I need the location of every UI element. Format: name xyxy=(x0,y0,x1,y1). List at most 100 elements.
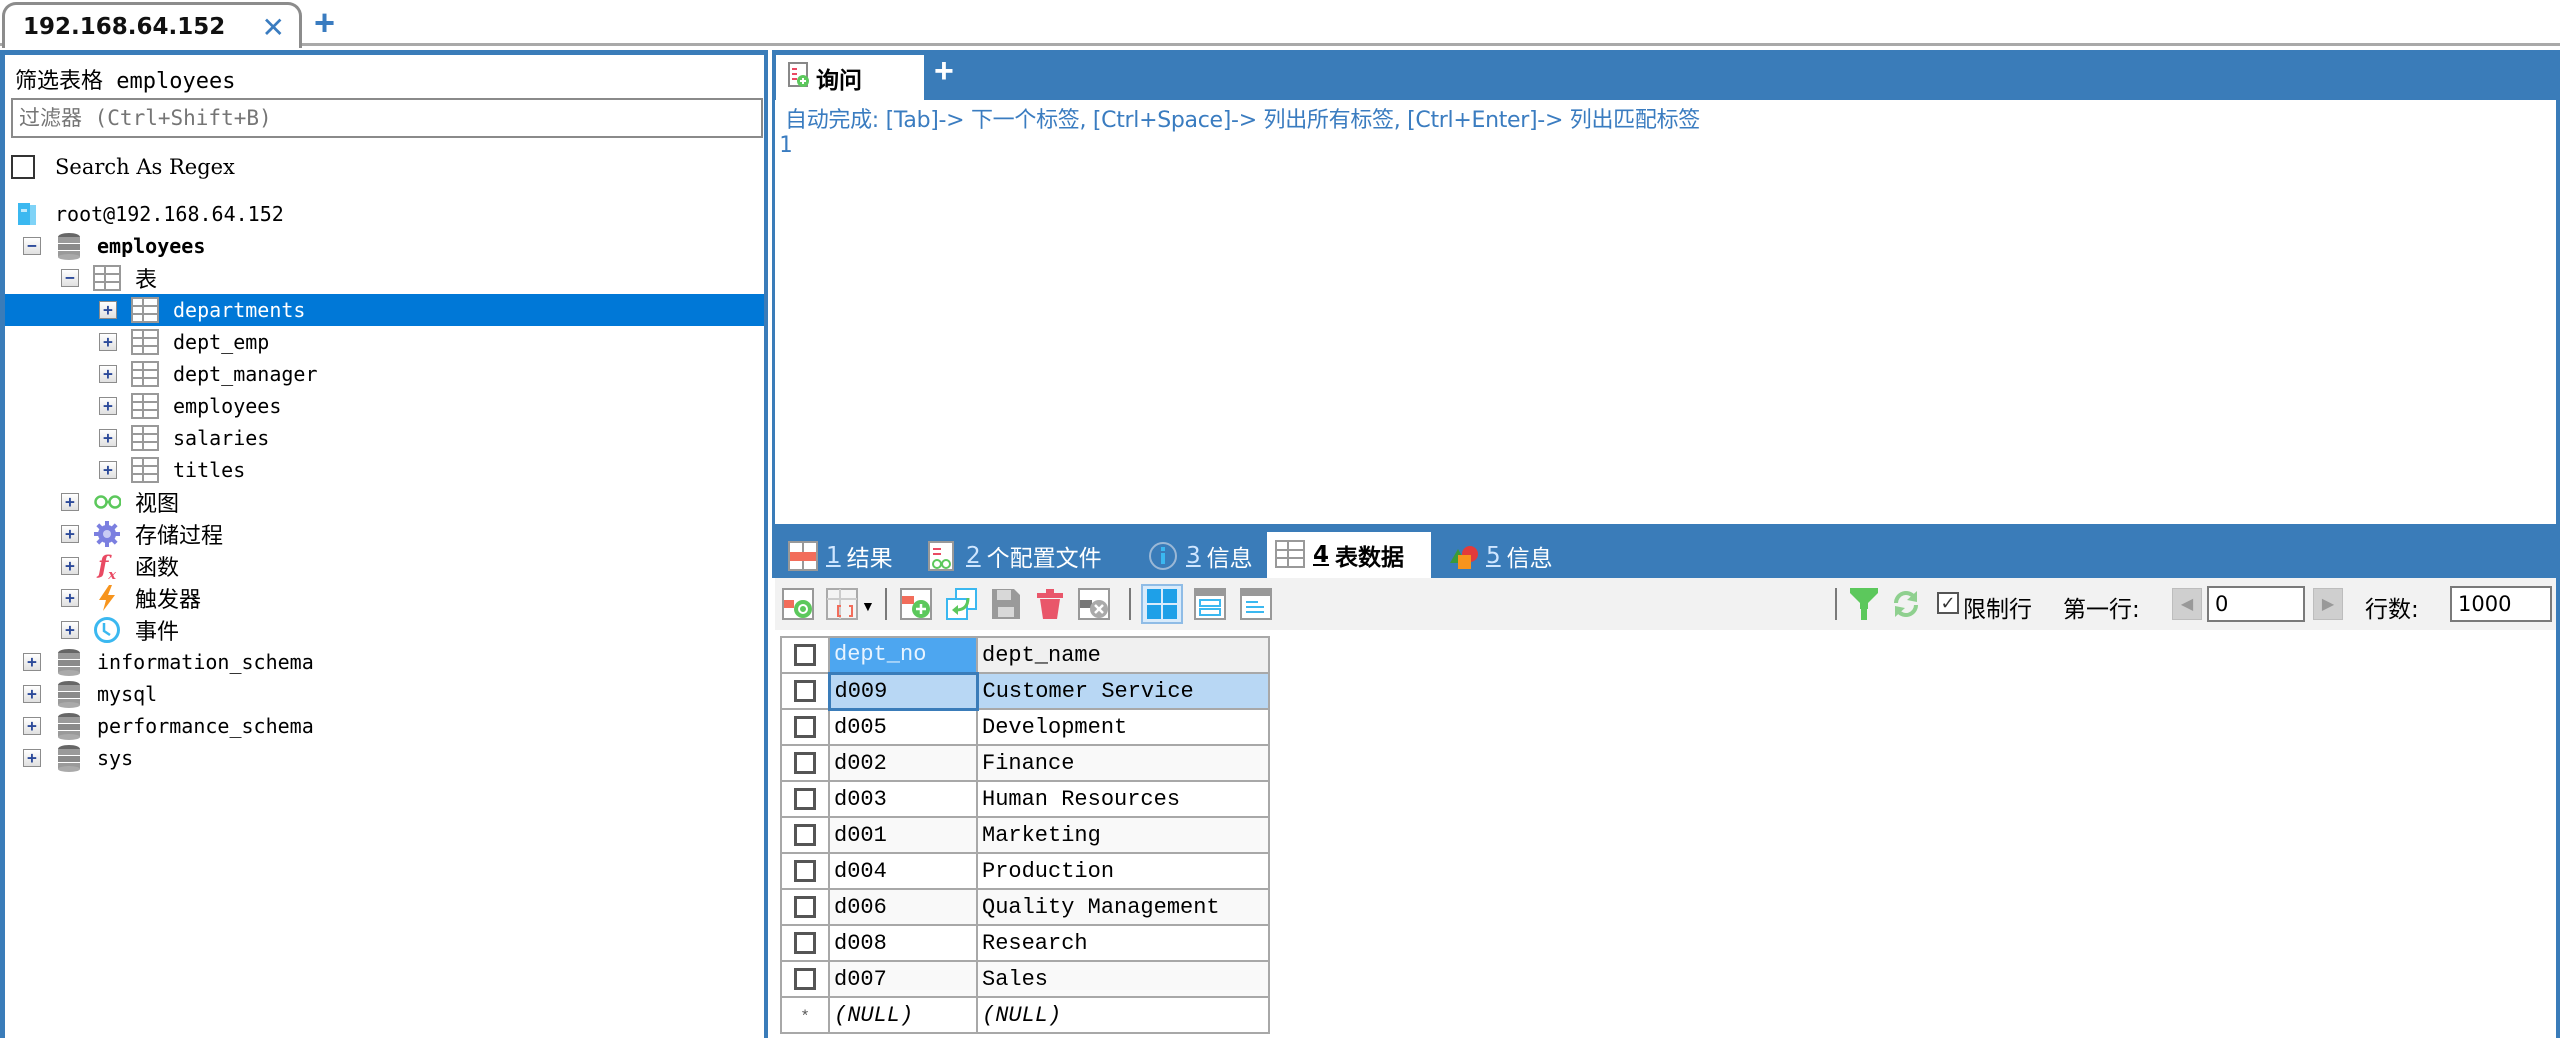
add-row-button[interactable] xyxy=(899,587,933,621)
cell-dept-name[interactable]: Finance xyxy=(976,744,1270,782)
expand-icon[interactable]: + xyxy=(99,429,117,447)
row-checkbox[interactable] xyxy=(794,931,816,954)
tab-query[interactable]: 询问 xyxy=(776,55,924,100)
cell-dept-name[interactable]: Development xyxy=(976,708,1270,746)
expand-icon[interactable]: + xyxy=(99,301,117,319)
tree-item-triggers[interactable]: + 触发器 xyxy=(5,582,764,614)
discard-changes-button[interactable] xyxy=(1077,587,1111,621)
tree-item-database-information-schema[interactable]: + information_schema xyxy=(5,646,764,678)
cell-dept-no[interactable]: d002 xyxy=(828,744,978,782)
row-checkbox-cell[interactable] xyxy=(780,672,830,710)
row-checkbox[interactable] xyxy=(794,859,816,882)
row-checkbox[interactable] xyxy=(793,679,816,702)
close-icon[interactable]: ✕ xyxy=(262,11,285,44)
first-row-input[interactable] xyxy=(2207,586,2305,622)
tree-item-table-departments[interactable]: + departments xyxy=(5,294,764,326)
table-row[interactable]: d004 Production xyxy=(780,852,1270,890)
cell-dept-name[interactable]: Sales xyxy=(976,960,1270,998)
expand-icon[interactable]: + xyxy=(23,653,41,671)
cell-dept-no[interactable]: d007 xyxy=(828,960,978,998)
row-checkbox[interactable] xyxy=(794,787,816,810)
expand-icon[interactable]: + xyxy=(23,685,41,703)
connection-tab[interactable]: 192.168.64.152 ✕ xyxy=(2,2,302,48)
search-as-regex-option[interactable]: Search As Regex xyxy=(11,155,235,179)
row-checkbox-cell[interactable] xyxy=(780,816,830,854)
row-checkbox-cell[interactable] xyxy=(780,744,830,782)
tree-item-functions[interactable]: + fx 函数 xyxy=(5,550,764,582)
cell-dept-no[interactable]: d009 xyxy=(827,671,979,711)
cell-dept-no[interactable]: d004 xyxy=(828,852,978,890)
expand-icon[interactable]: + xyxy=(23,749,41,767)
text-view-button[interactable] xyxy=(1239,587,1273,621)
tab-messages[interactable]: 3 信息 xyxy=(1140,534,1253,578)
tree-item-table-dept-emp[interactable]: + dept_emp xyxy=(5,326,764,358)
row-checkbox-cell[interactable] xyxy=(780,780,830,818)
new-row[interactable]: * (NULL) (NULL) xyxy=(780,996,1270,1034)
row-checkbox[interactable] xyxy=(794,823,816,846)
expand-icon[interactable]: + xyxy=(61,525,79,543)
search-as-regex-checkbox[interactable] xyxy=(11,155,35,179)
cell-dept-name[interactable]: Production xyxy=(976,852,1270,890)
cell-dept-name[interactable]: Quality Management xyxy=(976,888,1270,926)
insert-row-button[interactable] xyxy=(781,587,815,621)
cell-dept-no[interactable]: d006 xyxy=(828,888,978,926)
tree-item-database-mysql[interactable]: + mysql xyxy=(5,678,764,710)
cell-dept-no[interactable]: d001 xyxy=(828,816,978,854)
row-checkbox[interactable] xyxy=(794,967,816,990)
form-view-button[interactable] xyxy=(1193,587,1227,621)
cell-dept-name[interactable]: Marketing xyxy=(976,816,1270,854)
row-checkbox-cell[interactable] xyxy=(780,960,830,998)
sql-editor[interactable]: 自动完成: [Tab]-> 下一个标签, [Ctrl+Space]-> 列出所有… xyxy=(772,100,2556,524)
row-checkbox-cell[interactable] xyxy=(780,924,830,962)
table-row[interactable]: d007 Sales xyxy=(780,960,1270,998)
cell-dept-name[interactable]: Customer Service xyxy=(976,672,1270,710)
table-row[interactable]: d002 Finance xyxy=(780,744,1270,782)
expand-icon[interactable]: + xyxy=(61,589,79,607)
expand-icon[interactable]: + xyxy=(61,557,79,575)
expand-icon[interactable]: + xyxy=(99,397,117,415)
select-all-checkbox-cell[interactable] xyxy=(780,636,830,674)
filter-input[interactable] xyxy=(11,98,763,138)
expand-icon[interactable]: + xyxy=(99,461,117,479)
row-checkbox-cell[interactable] xyxy=(780,852,830,890)
tab-table-data[interactable]: 4 表数据 xyxy=(1267,532,1431,578)
duplicate-row-button[interactable] xyxy=(945,587,979,621)
table-row[interactable]: d009 Customer Service xyxy=(780,671,1270,711)
tree-item-server[interactable]: root@192.168.64.152 xyxy=(5,198,764,230)
table-row[interactable]: d003 Human Resources xyxy=(780,780,1270,818)
tree-item-tables-folder[interactable]: − 表 xyxy=(5,262,764,294)
cell-dept-no-null[interactable]: (NULL) xyxy=(828,996,978,1034)
column-header-dept-no[interactable]: dept_no xyxy=(828,636,978,674)
tree-item-table-dept-manager[interactable]: + dept_manager xyxy=(5,358,764,390)
previous-page-arrow[interactable]: ◀ xyxy=(2172,588,2202,620)
limit-rows-checkbox[interactable]: ✓ xyxy=(1937,592,1959,614)
save-icon[interactable] xyxy=(989,587,1023,621)
collapse-icon[interactable]: − xyxy=(23,237,41,255)
filter-funnel-icon[interactable] xyxy=(1847,587,1881,621)
cell-dept-no[interactable]: d005 xyxy=(828,708,978,746)
tree-item-table-employees[interactable]: + employees xyxy=(5,390,764,422)
tree-item-database-sys[interactable]: + sys xyxy=(5,742,764,774)
row-checkbox[interactable] xyxy=(794,715,816,738)
column-header-dept-name[interactable]: dept_name xyxy=(976,636,1270,674)
expand-icon[interactable]: + xyxy=(99,333,117,351)
tree-item-events[interactable]: + 事件 xyxy=(5,614,764,646)
collapse-icon[interactable]: − xyxy=(61,269,79,287)
select-all-checkbox[interactable] xyxy=(794,643,816,666)
cell-dept-name[interactable]: Human Resources xyxy=(976,780,1270,818)
row-checkbox[interactable] xyxy=(794,895,816,918)
tree-item-table-salaries[interactable]: + salaries xyxy=(5,422,764,454)
tab-profiles[interactable]: 2 个配置文件 xyxy=(920,534,1102,578)
expand-icon[interactable]: + xyxy=(61,493,79,511)
expand-icon[interactable]: + xyxy=(61,621,79,639)
grid-view-button[interactable] xyxy=(1141,584,1183,624)
next-page-arrow[interactable]: ▶ xyxy=(2313,588,2343,620)
expand-icon[interactable]: + xyxy=(99,365,117,383)
new-connection-plus-icon[interactable]: + xyxy=(314,2,335,44)
table-row[interactable]: d008 Research xyxy=(780,924,1270,962)
tree-item-database-performance-schema[interactable]: + performance_schema xyxy=(5,710,764,742)
table-row[interactable]: d001 Marketing xyxy=(780,816,1270,854)
tree-item-stored-procedures[interactable]: + 存储过程 xyxy=(5,518,764,550)
tab-info[interactable]: 5 信息 xyxy=(1440,534,1553,578)
row-checkbox-cell[interactable] xyxy=(780,708,830,746)
